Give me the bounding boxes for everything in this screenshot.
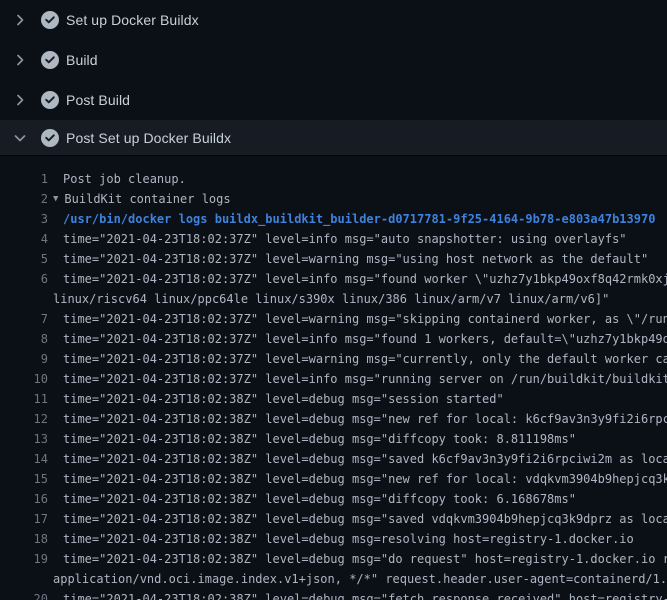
line-text: time="2021-04-23T18:02:38Z" level=debug …: [48, 489, 576, 509]
line-number[interactable]: 16: [0, 489, 48, 509]
step-row-post-set-up-docker-buildx[interactable]: Post Set up Docker Buildx: [0, 120, 667, 156]
log-line: 14 time="2021-04-23T18:02:38Z" level=deb…: [0, 449, 667, 469]
log-line: 10 time="2021-04-23T18:02:37Z" level=inf…: [0, 369, 667, 389]
line-text: time="2021-04-23T18:02:38Z" level=debug …: [48, 389, 504, 409]
line-text: time="2021-04-23T18:02:38Z" level=debug …: [48, 529, 634, 549]
line-number[interactable]: 10: [0, 369, 48, 389]
line-number[interactable]: 15: [0, 469, 48, 489]
line-text: application/vnd.oci.image.index.v1+json,…: [48, 569, 667, 589]
line-number[interactable]: 7: [0, 309, 48, 329]
log-line: 9 time="2021-04-23T18:02:37Z" level=warn…: [0, 349, 667, 369]
log-view: 1 Post job cleanup. 2 ▼ BuildKit contain…: [0, 156, 667, 600]
line-text: time="2021-04-23T18:02:38Z" level=debug …: [48, 469, 667, 489]
line-number[interactable]: 11: [0, 389, 48, 409]
log-line: 15 time="2021-04-23T18:02:38Z" level=deb…: [0, 469, 667, 489]
line-number[interactable]: 19: [0, 549, 48, 569]
line-text: time="2021-04-23T18:02:37Z" level=info m…: [48, 329, 667, 349]
log-line: 4 time="2021-04-23T18:02:37Z" level=info…: [0, 229, 667, 249]
log-line: linux/riscv64 linux/ppc64le linux/s390x …: [0, 289, 667, 309]
line-number[interactable]: 2: [0, 189, 48, 209]
actions-log-viewer: Set up Docker Buildx Build: [0, 0, 667, 600]
check-circle-icon: [41, 91, 59, 109]
log-line: 16 time="2021-04-23T18:02:38Z" level=deb…: [0, 489, 667, 509]
chevron-right-icon: [12, 52, 28, 68]
log-line: 3 /usr/bin/docker logs buildx_buildkit_b…: [0, 209, 667, 229]
log-line: 17 time="2021-04-23T18:02:38Z" level=deb…: [0, 509, 667, 529]
check-circle-icon: [41, 11, 59, 29]
line-number: [0, 289, 48, 309]
chevron-right-icon: [12, 12, 28, 28]
log-line: 13 time="2021-04-23T18:02:38Z" level=deb…: [0, 429, 667, 449]
line-number[interactable]: 3: [0, 209, 48, 229]
step-row-set-up-docker-buildx[interactable]: Set up Docker Buildx: [0, 0, 667, 40]
steps-list: Set up Docker Buildx Build: [0, 0, 667, 156]
line-text: time="2021-04-23T18:02:37Z" level=warnin…: [48, 349, 667, 369]
line-number[interactable]: 18: [0, 529, 48, 549]
line-number[interactable]: 8: [0, 329, 48, 349]
step-label: Post Set up Docker Buildx: [66, 130, 231, 146]
group-caret-icon[interactable]: ▼: [48, 189, 58, 209]
line-text: time="2021-04-23T18:02:37Z" level=warnin…: [48, 249, 648, 269]
check-circle-icon: [41, 129, 59, 147]
step-label: Post Build: [66, 92, 130, 108]
log-line: 19 time="2021-04-23T18:02:38Z" level=deb…: [0, 549, 667, 569]
log-line: 20 time="2021-04-23T18:02:38Z" level=deb…: [0, 589, 667, 600]
line-number[interactable]: 20: [0, 589, 48, 600]
step-label: Build: [66, 52, 98, 68]
step-row-build[interactable]: Build: [0, 40, 667, 80]
line-number[interactable]: 14: [0, 449, 48, 469]
log-line: 1 Post job cleanup.: [0, 169, 667, 189]
line-number[interactable]: 17: [0, 509, 48, 529]
line-number[interactable]: 5: [0, 249, 48, 269]
line-text: /usr/bin/docker logs buildx_buildkit_bui…: [48, 209, 655, 229]
step-label: Set up Docker Buildx: [66, 12, 199, 28]
log-line: 11 time="2021-04-23T18:02:38Z" level=deb…: [0, 389, 667, 409]
log-line: 7 time="2021-04-23T18:02:37Z" level=warn…: [0, 309, 667, 329]
log-line: 8 time="2021-04-23T18:02:37Z" level=info…: [0, 329, 667, 349]
line-text: time="2021-04-23T18:02:37Z" level=warnin…: [48, 309, 667, 329]
line-text[interactable]: BuildKit container logs: [64, 189, 230, 209]
log-line: 18 time="2021-04-23T18:02:38Z" level=deb…: [0, 529, 667, 549]
line-number[interactable]: 9: [0, 349, 48, 369]
log-line: application/vnd.oci.image.index.v1+json,…: [0, 569, 667, 589]
line-number[interactable]: 13: [0, 429, 48, 449]
line-number: [0, 569, 48, 589]
line-text: time="2021-04-23T18:02:38Z" level=debug …: [48, 429, 576, 449]
log-line: 12 time="2021-04-23T18:02:38Z" level=deb…: [0, 409, 667, 429]
line-text: time="2021-04-23T18:02:38Z" level=debug …: [48, 589, 667, 600]
chevron-right-icon: [12, 92, 28, 108]
chevron-down-icon: [12, 130, 28, 146]
line-text: time="2021-04-23T18:02:37Z" level=info m…: [48, 369, 667, 389]
line-number[interactable]: 6: [0, 269, 48, 289]
log-line: 6 time="2021-04-23T18:02:37Z" level=info…: [0, 269, 667, 289]
line-number[interactable]: 1: [0, 169, 48, 189]
line-text: time="2021-04-23T18:02:38Z" level=debug …: [48, 509, 667, 529]
log-line: 2 ▼ BuildKit container logs: [0, 189, 667, 209]
log-line: 5 time="2021-04-23T18:02:37Z" level=warn…: [0, 249, 667, 269]
line-text: Post job cleanup.: [48, 169, 186, 189]
check-circle-icon: [41, 51, 59, 69]
line-text: linux/riscv64 linux/ppc64le linux/s390x …: [48, 289, 609, 309]
step-row-post-build[interactable]: Post Build: [0, 80, 667, 120]
line-text: time="2021-04-23T18:02:38Z" level=debug …: [48, 549, 667, 569]
line-number[interactable]: 12: [0, 409, 48, 429]
line-text: time="2021-04-23T18:02:38Z" level=debug …: [48, 409, 667, 429]
line-number[interactable]: 4: [0, 229, 48, 249]
line-text: time="2021-04-23T18:02:37Z" level=info m…: [48, 229, 627, 249]
line-text: time="2021-04-23T18:02:37Z" level=info m…: [48, 269, 667, 289]
line-text: time="2021-04-23T18:02:38Z" level=debug …: [48, 449, 667, 469]
